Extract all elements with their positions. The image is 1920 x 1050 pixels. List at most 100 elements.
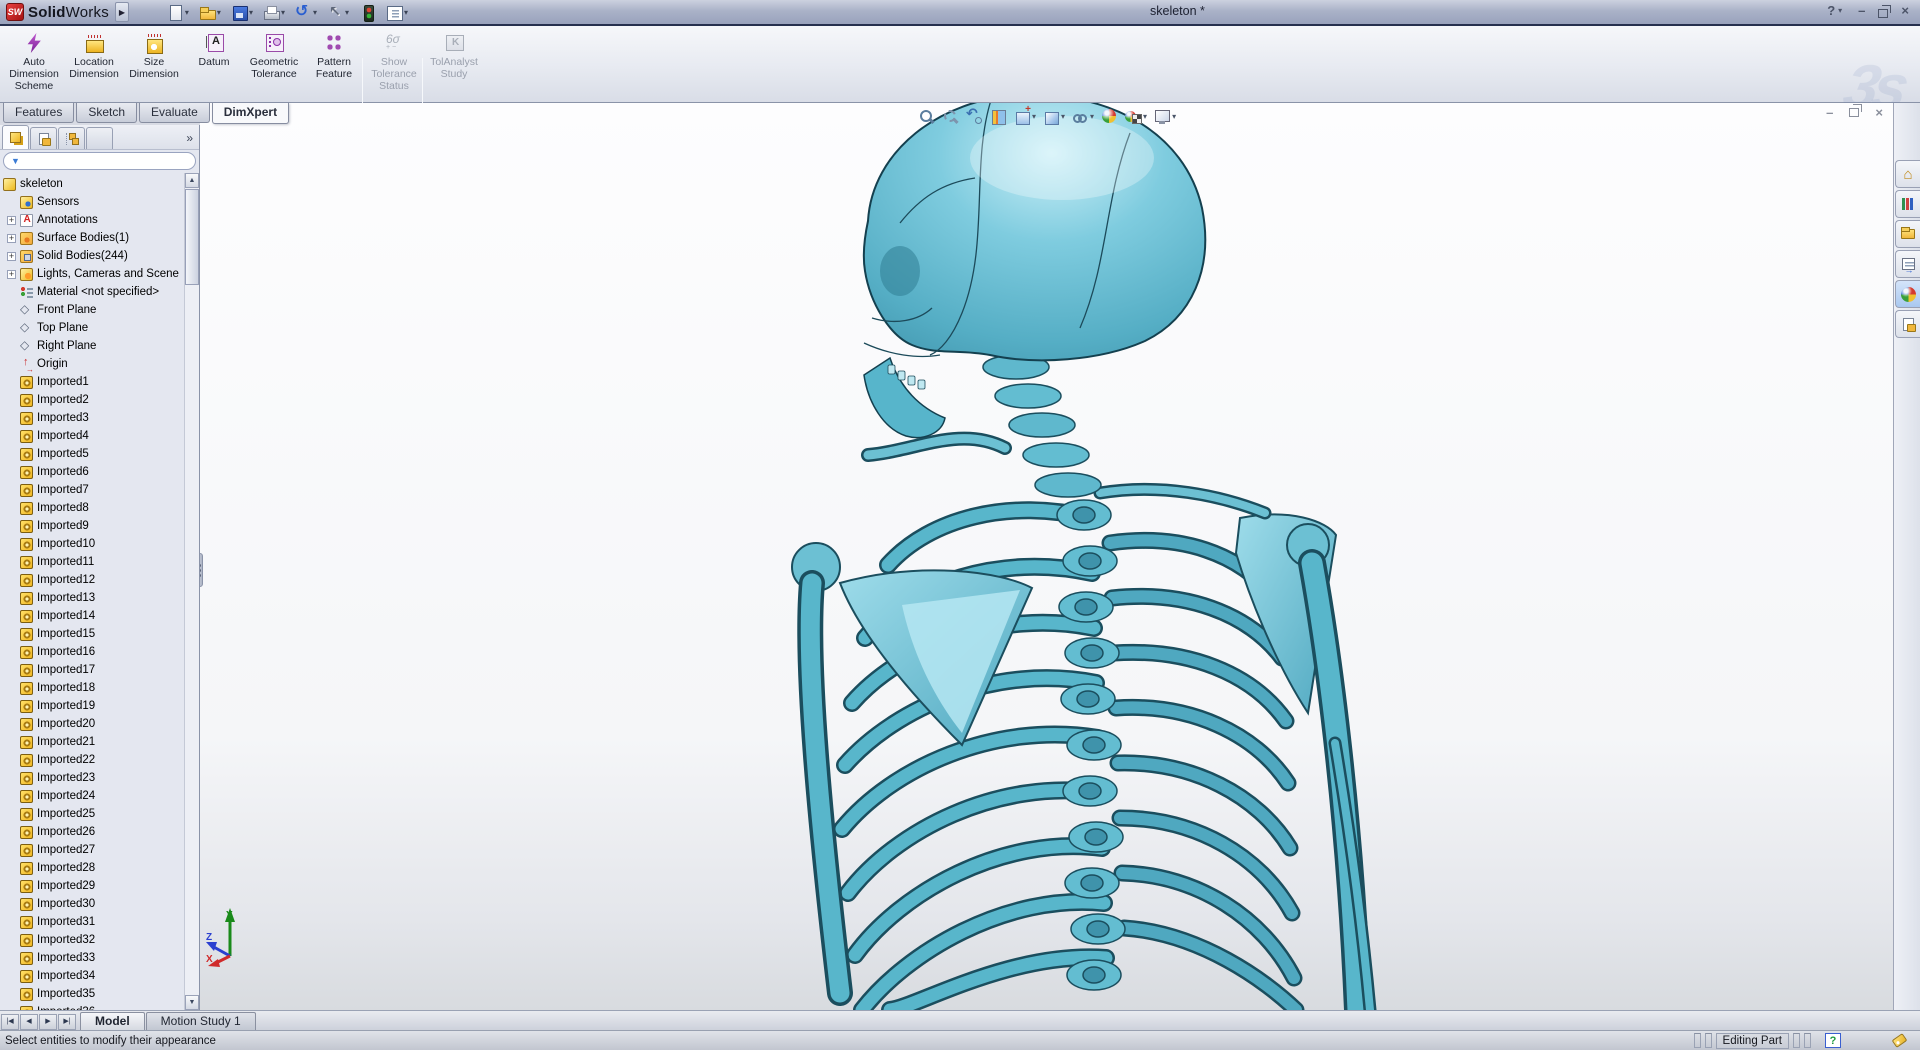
panel-tab[interactable]: [2, 125, 29, 149]
dropdown-arrow-icon[interactable]: ▾: [1172, 112, 1176, 121]
view-tool-button[interactable]: ▾: [1125, 108, 1147, 125]
dropdown-arrow-icon[interactable]: ▾: [249, 8, 253, 17]
tab-nav-button[interactable]: |◀: [1, 1014, 19, 1030]
tree-item[interactable]: Imported29: [0, 877, 184, 895]
toolbar-button[interactable]: ▾: [261, 3, 287, 22]
task-pane-button[interactable]: [1895, 220, 1920, 248]
tab-nav-button[interactable]: ◀: [20, 1014, 38, 1030]
tree-item[interactable]: Right Plane: [0, 337, 184, 355]
panel-overflow-chevron-icon[interactable]: »: [186, 131, 197, 145]
tree-item[interactable]: Imported21: [0, 733, 184, 751]
panel-splitter-handle[interactable]: [200, 553, 203, 587]
toolbar-button[interactable]: ▾: [229, 3, 255, 22]
tree-item[interactable]: Imported15: [0, 625, 184, 643]
expand-toggle-icon[interactable]: [7, 252, 16, 261]
command-tab[interactable]: Features: [3, 103, 74, 123]
tree-item[interactable]: Imported23: [0, 769, 184, 787]
panel-tab[interactable]: [86, 127, 113, 149]
ribbon-button[interactable]: Geometric Tolerance: [245, 30, 303, 80]
tree-item[interactable]: skeleton: [0, 175, 184, 193]
toolbar-button[interactable]: ▾: [293, 3, 319, 22]
tree-item[interactable]: Surface Bodies(1): [0, 229, 184, 247]
tree-item[interactable]: Imported14: [0, 607, 184, 625]
dropdown-arrow-icon[interactable]: ▾: [313, 8, 317, 17]
quick-tips-help-icon[interactable]: ?: [1825, 1033, 1841, 1048]
tree-item[interactable]: Imported28: [0, 859, 184, 877]
tree-item[interactable]: Imported16: [0, 643, 184, 661]
dropdown-arrow-icon[interactable]: ▾: [1090, 112, 1094, 121]
tree-item[interactable]: Imported2: [0, 391, 184, 409]
dropdown-arrow-icon[interactable]: ▾: [185, 8, 189, 17]
dropdown-arrow-icon[interactable]: ▾: [1061, 112, 1065, 121]
dropdown-arrow-icon[interactable]: ▾: [1032, 112, 1036, 121]
task-pane-button[interactable]: [1895, 280, 1920, 308]
tree-item[interactable]: Sensors: [0, 193, 184, 211]
tree-item[interactable]: Lights, Cameras and Scene: [0, 265, 184, 283]
document-restore-button[interactable]: [1849, 108, 1859, 117]
ribbon-button[interactable]: Show Tolerance Status: [365, 30, 423, 92]
skeleton-3d-model[interactable]: [200, 103, 1893, 1010]
tree-item[interactable]: Imported36: [0, 1003, 184, 1010]
tree-item[interactable]: Imported35: [0, 985, 184, 1003]
restore-button[interactable]: [1878, 9, 1888, 18]
tree-item[interactable]: Imported27: [0, 841, 184, 859]
command-tab[interactable]: Sketch: [76, 103, 137, 123]
expand-toggle-icon[interactable]: [7, 270, 16, 279]
toolbar-button[interactable]: ▾: [325, 3, 351, 22]
document-close-button[interactable]: ×: [1875, 105, 1883, 120]
tree-item[interactable]: Imported9: [0, 517, 184, 535]
dropdown-arrow-icon[interactable]: ▾: [217, 8, 221, 17]
tree-item[interactable]: Imported11: [0, 553, 184, 571]
ribbon-button[interactable]: Pattern Feature: [305, 30, 363, 80]
toolbar-button[interactable]: ▾: [165, 3, 191, 22]
tree-item[interactable]: Front Plane: [0, 301, 184, 319]
tree-item[interactable]: Top Plane: [0, 319, 184, 337]
command-tab[interactable]: DimXpert: [212, 103, 289, 124]
toolbar-button[interactable]: ▾: [197, 3, 223, 22]
view-tool-button[interactable]: ▾: [1014, 108, 1036, 125]
scroll-up-arrow-icon[interactable]: ▲: [185, 173, 199, 188]
tree-item[interactable]: Material <not specified>: [0, 283, 184, 301]
tree-filter-box[interactable]: ▼: [3, 152, 196, 170]
tree-item[interactable]: Imported30: [0, 895, 184, 913]
panel-tab[interactable]: [58, 127, 85, 149]
tag-icon[interactable]: [1892, 1033, 1908, 1048]
toolbar-button[interactable]: ▾: [357, 3, 378, 22]
tree-item[interactable]: Imported34: [0, 967, 184, 985]
ribbon-button[interactable]: Location Dimension: [65, 30, 123, 80]
view-tool-button[interactable]: ▾: [966, 108, 983, 125]
tree-item[interactable]: Imported7: [0, 481, 184, 499]
tree-item[interactable]: Imported26: [0, 823, 184, 841]
tree-item[interactable]: Imported8: [0, 499, 184, 517]
tree-item[interactable]: Imported24: [0, 787, 184, 805]
tree-item[interactable]: Imported10: [0, 535, 184, 553]
toolbar-button[interactable]: ▾: [384, 3, 410, 22]
tab-nav-button[interactable]: ▶|: [58, 1014, 76, 1030]
tree-item[interactable]: Imported6: [0, 463, 184, 481]
tree-item[interactable]: Solid Bodies(244): [0, 247, 184, 265]
dropdown-arrow-icon[interactable]: ▾: [345, 8, 349, 17]
task-pane-button[interactable]: [1895, 310, 1920, 338]
tree-item[interactable]: Imported31: [0, 913, 184, 931]
tree-item[interactable]: Imported12: [0, 571, 184, 589]
tree-item[interactable]: Imported4: [0, 427, 184, 445]
tree-item[interactable]: Imported13: [0, 589, 184, 607]
app-logo[interactable]: SW SolidWorks ▶: [0, 0, 137, 24]
tree-item[interactable]: Imported32: [0, 931, 184, 949]
view-tool-button[interactable]: ▾: [1072, 108, 1094, 125]
dropdown-arrow-icon[interactable]: ▾: [281, 8, 285, 17]
close-button[interactable]: ×: [1898, 2, 1912, 20]
view-tool-button[interactable]: ▾: [918, 108, 935, 125]
tree-scrollbar[interactable]: ▲ ▼: [184, 173, 199, 1010]
tree-item[interactable]: Origin: [0, 355, 184, 373]
view-tool-button[interactable]: ▾: [1101, 108, 1118, 125]
document-view-tab[interactable]: Motion Study 1: [146, 1012, 256, 1030]
tree-item[interactable]: Imported33: [0, 949, 184, 967]
tab-nav-button[interactable]: ▶: [39, 1014, 57, 1030]
tree-item[interactable]: Imported22: [0, 751, 184, 769]
panel-tab[interactable]: [30, 127, 57, 149]
tree-item[interactable]: Annotations: [0, 211, 184, 229]
command-tab[interactable]: Evaluate: [139, 103, 210, 123]
task-pane-button[interactable]: [1895, 190, 1920, 218]
graphics-viewport[interactable]: ▾ ▾ ▾ ▾ ▾: [200, 103, 1893, 1010]
